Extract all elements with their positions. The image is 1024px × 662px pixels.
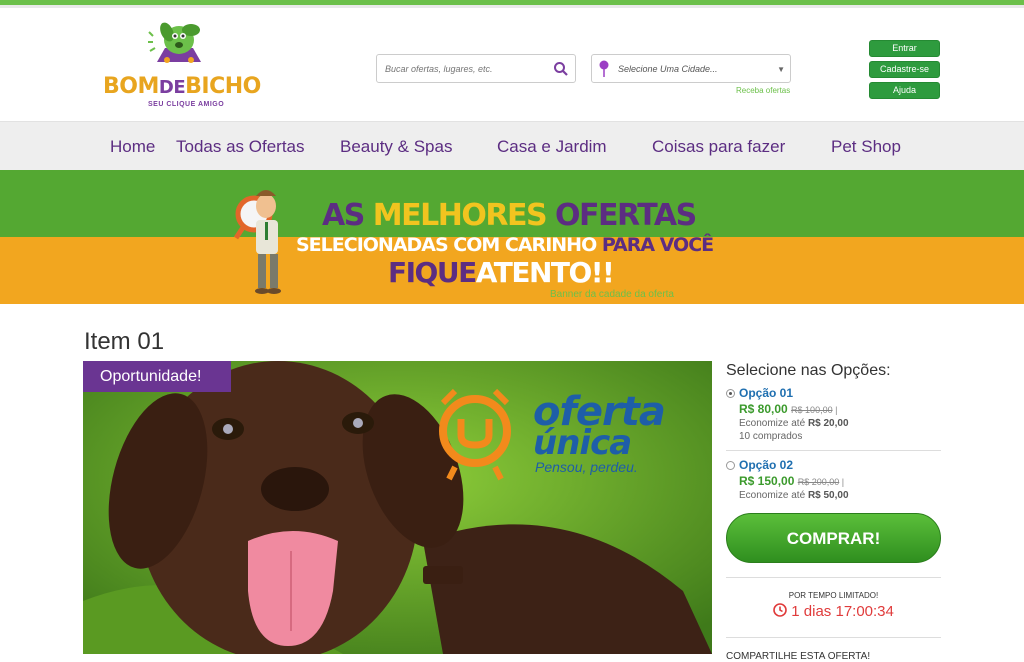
nav-item-things-to-do[interactable]: Coisas para fazer [652,137,785,157]
option-1-price: R$ 80,00 [739,402,788,416]
nav-item-all-offers[interactable]: Todas as Ofertas [176,137,305,157]
option-1[interactable]: Opção 01 R$ 80,00 R$ 100,00 | Economize … [726,386,941,446]
timer-divider [726,637,941,638]
option-2-price: R$ 150,00 [739,474,795,488]
option-1-radio[interactable] [726,389,735,398]
site-logo[interactable]: BOMDEBICHO SEU CLIQUE AMIGO [100,18,265,113]
banner-subheadline: SELECIONADAS COM CARINHO PARA VOCÊ [296,234,714,256]
option-1-separator: | [832,405,838,415]
help-button[interactable]: Ajuda [869,82,940,99]
city-select[interactable]: Selecione Uma Cidade... ▼ [591,54,791,83]
chevron-down-icon: ▼ [777,65,785,74]
buy-button[interactable]: COMPRAR! [726,513,941,563]
option-2-radio[interactable] [726,461,735,470]
main-nav: Home Todas as Ofertas Beauty & Spas Casa… [0,121,1024,170]
city-banner[interactable]: AS MELHORES OFERTAS SELECIONADAS COM CAR… [0,170,1024,304]
logo-tagline: SEU CLIQUE AMIGO [148,101,225,108]
option-1-name: Opção 01 [739,386,794,400]
option-2-old-price: R$ 200,00 [797,477,840,487]
search-input[interactable] [377,55,547,82]
option-2-name: Opção 02 [739,458,794,472]
limited-time-label: POR TEMPO LIMITADO! [788,591,879,600]
countdown-timer: 1 dias 17:00:34 [726,603,941,620]
countdown-value: 1 dias 17:00:34 [791,603,894,620]
login-button[interactable]: Entrar [869,40,940,57]
city-select-label: Selecione Uma Cidade... [618,64,718,74]
deal-image[interactable]: oferta única Pensou, perdeu. [83,361,712,654]
receive-offers-link[interactable]: Receba ofertas [736,86,790,95]
logo-wordmark: BOMDEBICHO [103,74,261,99]
dog-logo-icon [148,22,201,63]
nav-item-home-garden[interactable]: Casa e Jardim [497,137,607,157]
nav-item-beauty-spas[interactable]: Beauty & Spas [340,137,452,157]
banner-caption: Banner da cadade da oferta [550,289,674,300]
nav-item-pet-shop[interactable]: Pet Shop [831,137,901,157]
option-1-old-price: R$ 100,00 [791,405,833,415]
search-icon[interactable] [553,61,569,77]
options-title: Selecione nas Opções: [726,362,891,379]
clock-icon [773,603,787,617]
option-2-savings: Economize até R$ 50,00 [739,490,849,501]
buy-divider [726,577,941,578]
oferta-unica-line2: única [533,423,632,463]
banner-callout: FIQUEATENTO!! [388,256,615,289]
top-accent-bar-secondary [0,5,1024,8]
deal-title: Item 01 [84,328,165,355]
option-2[interactable]: Opção 02 R$ 150,00 R$ 200,00 | Economize… [726,458,941,506]
option-1-savings: Economize até R$ 20,00 [739,418,849,429]
option-1-price-row: R$ 80,00 R$ 100,00 | [739,402,837,416]
oferta-unica-tagline: Pensou, perdeu. [535,459,638,475]
banner-headline: AS MELHORES OFERTAS [322,198,697,233]
option-2-price-row: R$ 150,00 R$ 200,00 | [739,474,844,488]
nav-item-home[interactable]: Home [110,137,155,157]
options-divider [726,450,941,451]
share-offer-label: COMPARTILHE ESTA OFERTA! [726,651,871,662]
signup-button[interactable]: Cadastre-se [869,61,940,78]
option-1-sold-count: 10 comprados [739,431,803,442]
search-box [376,54,576,83]
opportunity-badge: Oportunidade! [83,361,231,392]
location-pin-icon [598,60,610,83]
option-2-separator: | [839,477,845,487]
mascot-illustration [233,190,281,294]
